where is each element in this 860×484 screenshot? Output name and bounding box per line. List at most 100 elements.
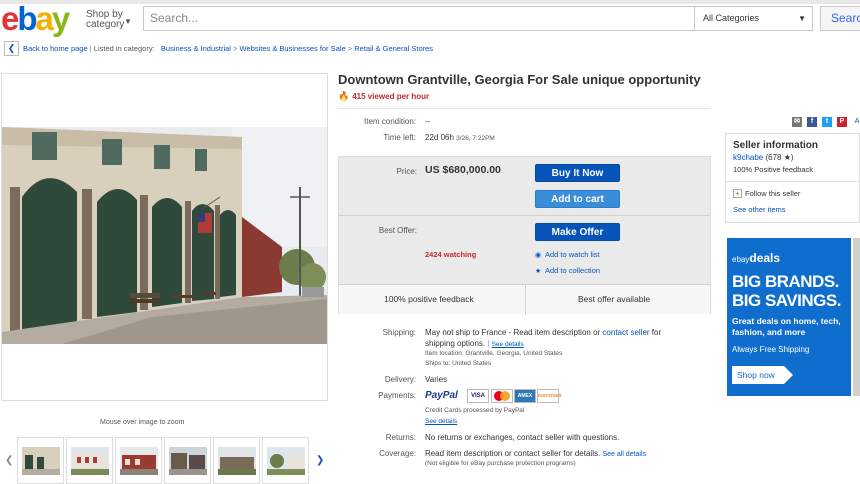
item-location: Item location: Grantville, Georgia, Unit… bbox=[425, 350, 563, 357]
contact-seller-link[interactable]: contact seller bbox=[602, 328, 649, 337]
logo-letter: e bbox=[1, 0, 19, 37]
storefront-photo bbox=[2, 127, 327, 344]
facebook-share-icon[interactable]: f bbox=[807, 117, 817, 127]
thumbnail[interactable] bbox=[115, 437, 162, 484]
chevron-left-icon[interactable]: ❮ bbox=[5, 455, 13, 466]
shop-by-line2: category bbox=[86, 19, 125, 30]
ships-to: Ships to: United States bbox=[425, 360, 492, 367]
returns-label: Returns: bbox=[385, 433, 416, 442]
amex-card-icon: AMEX bbox=[514, 389, 536, 403]
thumbnail[interactable] bbox=[164, 437, 211, 484]
add-to-collection-link[interactable]: ★ Add to collection bbox=[535, 266, 600, 275]
add-to-cart-button[interactable]: Add to cart bbox=[535, 190, 620, 208]
divider bbox=[339, 215, 710, 216]
breadcrumb-item[interactable]: Business & Industrial bbox=[161, 44, 231, 53]
thumbnail[interactable] bbox=[66, 437, 113, 484]
zoom-hint: Mouse over image to zoom bbox=[100, 419, 185, 426]
price-box: Price: US $680,000.00 Buy It Now Add to … bbox=[338, 156, 711, 315]
see-details-link[interactable]: See details bbox=[425, 418, 457, 425]
email-share-icon[interactable]: ✉ bbox=[792, 117, 802, 127]
search-button[interactable]: Search bbox=[820, 6, 860, 31]
ad-brand-ebay: ebay bbox=[732, 255, 750, 264]
chevron-right-icon[interactable]: ❯ bbox=[316, 455, 324, 466]
paypal-text: PayPal bbox=[425, 390, 458, 401]
more-share-icon[interactable]: A bbox=[852, 117, 860, 127]
coverage-value: Read item description or contact seller … bbox=[425, 449, 646, 458]
flame-icon: 🔥 bbox=[338, 91, 350, 101]
discover-card-icon: DISCOVER bbox=[537, 389, 562, 403]
shipping-line2: shipping options. | See details bbox=[425, 339, 524, 348]
viewed-text: 415 viewed per hour bbox=[352, 92, 430, 101]
ad-brand-deals: deals bbox=[749, 251, 781, 265]
top-strip bbox=[0, 0, 860, 4]
best-offer-available-text: Best offer available bbox=[578, 294, 651, 304]
see-details-link[interactable]: See details bbox=[492, 341, 524, 348]
ad-headline-2: BIG SAVINGS. bbox=[732, 291, 841, 310]
logo-letter: a bbox=[35, 0, 54, 37]
delivery-value: Varies bbox=[425, 375, 448, 384]
divider bbox=[726, 181, 859, 182]
shipping-label: Shipping: bbox=[382, 328, 416, 337]
seller-info-heading: Seller information bbox=[733, 140, 819, 151]
add-to-watch-list-link[interactable]: ◉ Add to watch list bbox=[535, 250, 600, 259]
returns-value: No returns or exchanges, contact seller … bbox=[425, 433, 620, 442]
feedback-band: 100% positive feedback Best offer availa… bbox=[339, 284, 710, 315]
thumbnail[interactable] bbox=[213, 437, 260, 484]
thumbnail-image bbox=[267, 447, 305, 475]
visa-card-icon: VISA bbox=[467, 389, 489, 403]
ebay-logo[interactable]: ebay bbox=[1, 0, 70, 37]
back-arrow-icon[interactable]: ❮ bbox=[4, 41, 19, 56]
thumbnail[interactable] bbox=[17, 437, 64, 484]
see-other-items-link[interactable]: See other items bbox=[733, 205, 786, 214]
search-input[interactable]: Search... bbox=[143, 6, 695, 31]
follow-seller-button[interactable]: + Follow this seller bbox=[733, 189, 800, 198]
shop-now-button[interactable]: Shop now bbox=[732, 366, 793, 384]
pinterest-share-icon[interactable]: P bbox=[837, 117, 847, 127]
coverage-note: (Not eligible for eBay purchase protecti… bbox=[425, 460, 576, 467]
seller-feedback: 100% Positive feedback bbox=[733, 165, 814, 174]
time-left-date: 3/26, 7:22PM bbox=[456, 135, 495, 142]
thumbnail-image bbox=[169, 447, 207, 475]
mastercard-circles bbox=[494, 391, 510, 401]
credit-cards-note: Credit Cards processed by PayPal bbox=[425, 407, 525, 414]
category-select[interactable]: All Categories ▼ bbox=[695, 6, 813, 31]
coverage-label: Coverage: bbox=[379, 449, 416, 458]
main-image-frame[interactable] bbox=[1, 73, 328, 401]
main-photo[interactable] bbox=[2, 127, 327, 344]
buy-it-now-button[interactable]: Buy It Now bbox=[535, 164, 620, 182]
make-offer-button[interactable]: Make Offer bbox=[535, 223, 620, 241]
thumbnail-strip: ❮ ❯ bbox=[0, 437, 330, 484]
positive-feedback-text: 100% positive feedback bbox=[384, 294, 474, 304]
thumbnail-image bbox=[218, 447, 256, 475]
deals-ad[interactable]: ebaydeals BIG BRANDS. BIG SAVINGS. Great… bbox=[727, 238, 851, 396]
viewed-per-hour: 🔥 415 viewed per hour bbox=[338, 91, 429, 102]
item-title: Downtown Grantville, Georgia For Sale un… bbox=[338, 72, 701, 87]
time-left-label: Time left: bbox=[383, 133, 416, 142]
shop-by-category-button[interactable]: Shop by category ▼ bbox=[86, 10, 132, 30]
listed-in-label: Listed in category: bbox=[93, 44, 155, 53]
thumbnail-image bbox=[120, 447, 158, 475]
thumbnail[interactable] bbox=[262, 437, 309, 484]
see-all-details-link[interactable]: See all details bbox=[602, 451, 646, 458]
twitter-share-icon[interactable]: t bbox=[822, 117, 832, 127]
ad-free-shipping: Always Free Shipping bbox=[732, 345, 810, 354]
coverage-text: Read item description or contact seller … bbox=[425, 449, 601, 458]
breadcrumb-item[interactable]: Websites & Businesses for Sale bbox=[240, 44, 346, 53]
chevron-down-icon: ▼ bbox=[798, 14, 806, 23]
separator: | bbox=[487, 339, 490, 348]
star-icon: ★ bbox=[535, 268, 542, 275]
best-offer-label: Best Offer: bbox=[378, 226, 417, 235]
seller-name[interactable]: k9chabe (678 ★) bbox=[733, 153, 794, 162]
shipping-text: May not ship to France - Read item descr… bbox=[425, 328, 601, 337]
breadcrumb-item[interactable]: Retail & General Stores bbox=[354, 44, 433, 53]
follow-seller-text: Follow this seller bbox=[745, 189, 801, 198]
back-to-home-link[interactable]: Back to home page bbox=[23, 44, 88, 53]
ebay-listing-page: ebay Shop by category ▼ Search... All Ca… bbox=[0, 0, 860, 484]
chevron-down-icon: ▼ bbox=[124, 17, 132, 26]
logo-letter: b bbox=[17, 0, 37, 37]
price-value: US $680,000.00 bbox=[425, 164, 501, 176]
thumbnail-image bbox=[71, 447, 109, 475]
time-left-duration: 22d 06h bbox=[425, 133, 454, 142]
delivery-label: Delivery: bbox=[384, 375, 416, 384]
add-watch-text: Add to watch list bbox=[545, 250, 600, 259]
